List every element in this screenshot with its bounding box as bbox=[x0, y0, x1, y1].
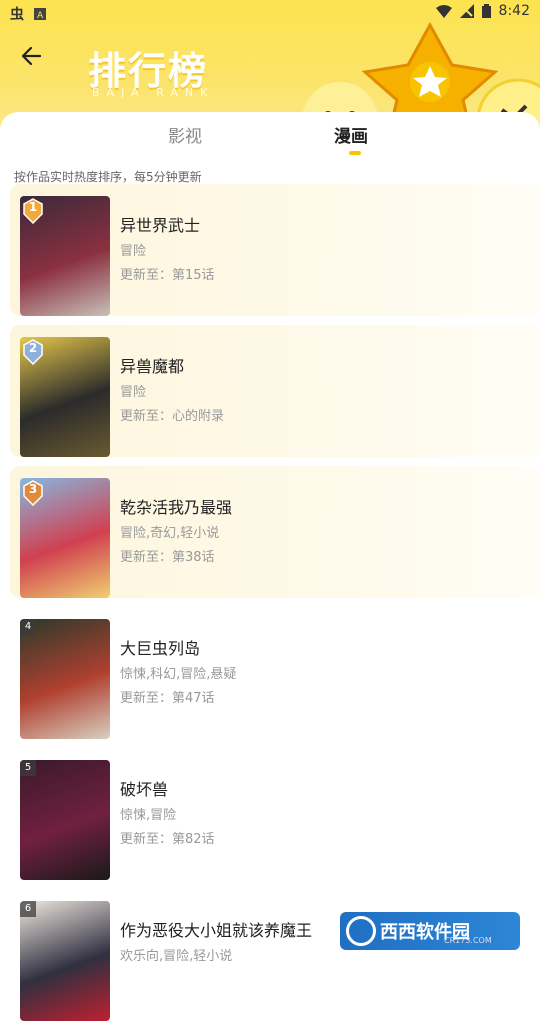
rank-number: 3 bbox=[28, 482, 38, 496]
comic-title: 异兽魔都 bbox=[120, 357, 185, 376]
comic-genres: 欢乐向,冒险,轻小说 bbox=[120, 949, 233, 964]
rank-number: 4 bbox=[20, 619, 36, 635]
tab-comic[interactable]: 漫画 bbox=[334, 122, 368, 147]
comic-title: 大巨虫列岛 bbox=[120, 639, 201, 658]
comic-title: 破坏兽 bbox=[120, 780, 169, 799]
back-arrow-icon[interactable] bbox=[20, 44, 46, 68]
a-notification-icon: A bbox=[34, 8, 46, 20]
ranking-item[interactable]: 5 破坏兽惊悚,冒险更新至：第82话 bbox=[10, 748, 540, 880]
comic-genres: 冒险,奇幻,轻小说 bbox=[120, 526, 220, 541]
ranking-item[interactable]: 2 异兽魔都冒险更新至：心的附录 bbox=[10, 325, 540, 457]
battery-icon bbox=[481, 4, 491, 18]
ranking-item[interactable]: 3 乾杂活我乃最强冒险,奇幻,轻小说 更新至：第38话 bbox=[10, 466, 540, 598]
comic-genres: 冒险 bbox=[120, 385, 147, 400]
page-subtitle: BAJA RANK bbox=[92, 86, 215, 99]
comic-genres: 惊悚,冒险 bbox=[120, 808, 177, 823]
comic-genres: 惊悚,科幻,冒险,悬疑 bbox=[120, 667, 237, 682]
comic-cover-image[interactable]: 4 bbox=[20, 619, 110, 739]
rank-medal-icon: 1 bbox=[22, 198, 44, 225]
ranking-note: 按作品实时热度排序，每5分钟更新 bbox=[14, 170, 202, 184]
status-bar: 虫 A 8:42 bbox=[0, 0, 540, 26]
comic-cover-image[interactable]: 5 bbox=[20, 760, 110, 880]
comic-title: 乾杂活我乃最强 bbox=[120, 498, 233, 517]
ranking-item[interactable]: 1 异世界武士冒险更新至：第15话 bbox=[10, 184, 540, 316]
comic-update-status: 更新至：第15话 bbox=[120, 268, 215, 283]
watermark-sub: CR173.COM bbox=[444, 936, 492, 945]
category-tabs: 影视 漫画 bbox=[0, 122, 540, 162]
ranking-item[interactable]: 6 作为恶役大小姐就该养魔王欢乐向,冒险,轻小说 bbox=[10, 889, 540, 1021]
comic-update-status: 更新至：第38话 bbox=[120, 550, 215, 565]
rank-number: 1 bbox=[28, 200, 38, 214]
comic-genres: 冒险 bbox=[120, 244, 147, 259]
rank-number: 5 bbox=[20, 760, 36, 776]
comic-cover-image[interactable]: 3 bbox=[20, 478, 110, 598]
wifi-icon bbox=[435, 5, 452, 18]
svg-text:A: A bbox=[37, 11, 44, 20]
rank-number: 6 bbox=[20, 901, 36, 917]
ranking-item[interactable]: 4 大巨虫列岛惊悚,科幻,冒险,悬疑 更新至：第47话 bbox=[10, 607, 540, 739]
comic-title: 异世界武士 bbox=[120, 216, 201, 235]
watermark-logo-icon bbox=[346, 916, 376, 946]
comic-cover-image[interactable]: 2 bbox=[20, 337, 110, 457]
rank-number: 2 bbox=[28, 341, 38, 355]
rank-medal-icon: 2 bbox=[22, 339, 44, 366]
comic-update-status: 更新至：第82话 bbox=[120, 832, 215, 847]
status-time: 8:42 bbox=[498, 3, 530, 19]
comic-title: 作为恶役大小姐就该养魔王 bbox=[120, 921, 313, 940]
active-tab-indicator bbox=[349, 151, 361, 155]
comic-cover-image[interactable]: 1 bbox=[20, 196, 110, 316]
comic-update-status: 更新至：心的附录 bbox=[120, 409, 225, 424]
rank-medal-icon: 3 bbox=[22, 480, 44, 507]
tab-video[interactable]: 影视 bbox=[168, 122, 202, 147]
comic-update-status: 更新至：第47话 bbox=[120, 691, 215, 706]
app-notification-icon: 虫 bbox=[10, 7, 24, 23]
comic-cover-image[interactable]: 6 bbox=[20, 901, 110, 1021]
site-watermark: 西西软件园 CR173.COM bbox=[340, 912, 520, 950]
signal-off-icon bbox=[459, 4, 474, 18]
